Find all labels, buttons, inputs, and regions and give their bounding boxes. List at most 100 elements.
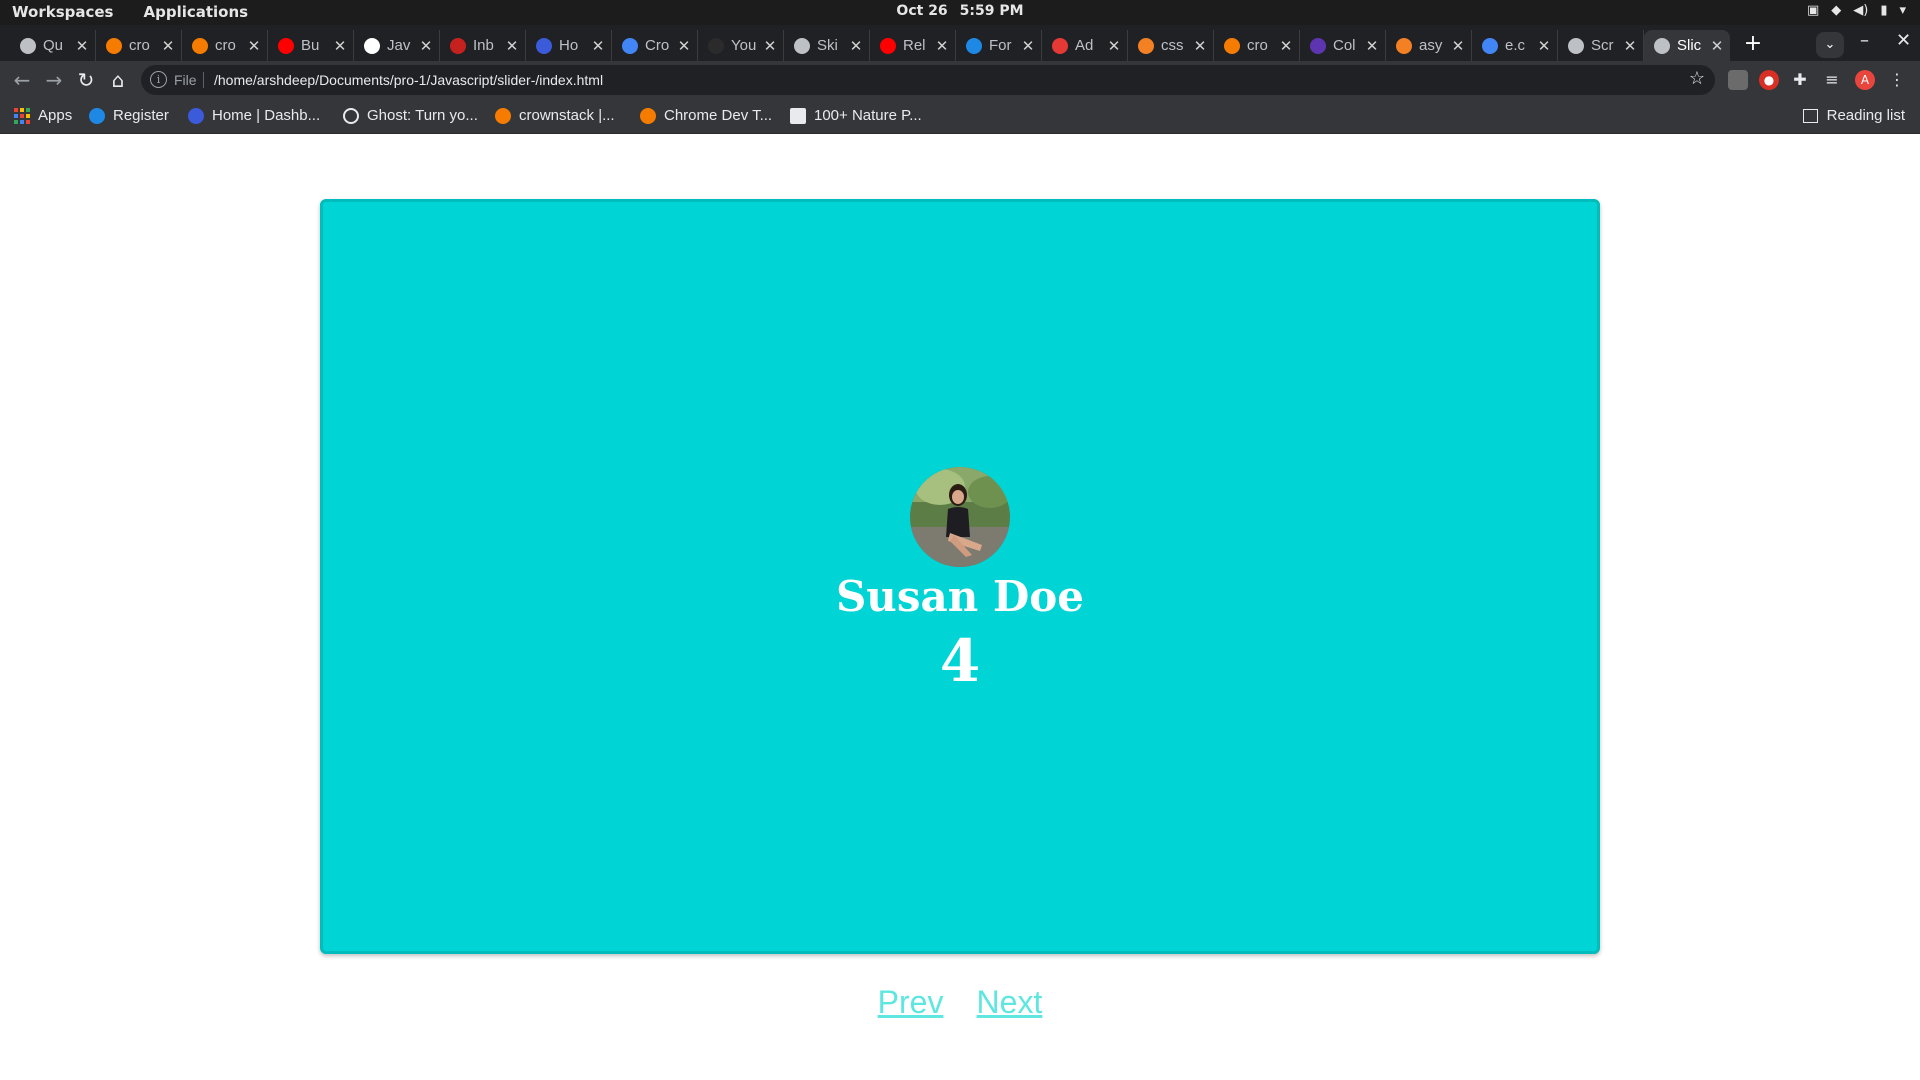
- address-bar[interactable]: i File /home/arshdeep/Documents/pro-1/Ja…: [141, 65, 1715, 95]
- bookmark-item[interactable]: Ghost: Turn yo...: [343, 107, 478, 124]
- tab-title: You: [731, 37, 757, 54]
- tab-close-icon[interactable]: ✕: [245, 37, 263, 55]
- bookmark-label: crownstack |...: [519, 107, 615, 124]
- clock[interactable]: Oct 26 5:59 PM: [0, 3, 1920, 19]
- tab-search-button[interactable]: ⌄: [1816, 32, 1844, 58]
- browser-tab[interactable]: Rel ✕: [870, 30, 956, 61]
- tab-close-icon[interactable]: ✕: [159, 37, 177, 55]
- bookmark-item[interactable]: Chrome Dev T...: [640, 107, 772, 124]
- tab-close-icon[interactable]: ✕: [1708, 37, 1726, 55]
- browser-tab[interactable]: Jav ✕: [354, 30, 440, 61]
- person-name: Susan Doe: [835, 572, 1085, 621]
- tab-title: Ski: [817, 37, 838, 54]
- browser-menu-icon[interactable]: ⋮: [1887, 70, 1907, 90]
- forward-arrow-icon[interactable]: →: [41, 67, 67, 93]
- tab-strip: + ⌄ – ✕ Qu ✕ cro ✕ cro ✕ Bu ✕ Jav ✕ Inb ✕ Ho ✕ Cro ✕ You…: [0, 25, 1920, 61]
- tab-title: Inb: [473, 37, 494, 54]
- tab-title: cro: [129, 37, 150, 54]
- browser-tab[interactable]: cro ✕: [182, 30, 268, 61]
- new-tab-button[interactable]: +: [1740, 32, 1766, 58]
- stackoverflow-icon: [1396, 37, 1412, 54]
- tab-close-icon[interactable]: ✕: [503, 37, 521, 55]
- tab-close-icon[interactable]: ✕: [675, 37, 693, 55]
- tab-title: e.c: [1505, 37, 1526, 54]
- bookmark-item[interactable]: Register: [89, 107, 169, 124]
- browser-tab[interactable]: Ho ✕: [526, 30, 612, 61]
- browser-tab[interactable]: Ski ✕: [784, 30, 870, 61]
- extension-red-icon[interactable]: ●: [1759, 70, 1779, 90]
- tab-close-icon[interactable]: ✕: [1449, 37, 1467, 55]
- tab-close-icon[interactable]: ✕: [1363, 37, 1381, 55]
- battery-icon[interactable]: ▮: [1880, 3, 1887, 18]
- tab-close-icon[interactable]: ✕: [1019, 37, 1037, 55]
- tab-title: Rel: [903, 37, 926, 54]
- tab-close-icon[interactable]: ✕: [933, 37, 951, 55]
- back-arrow-icon[interactable]: ←: [9, 67, 35, 93]
- crownstack-icon: [106, 37, 122, 54]
- tab-close-icon[interactable]: ✕: [1621, 37, 1639, 55]
- browser-tab[interactable]: Bu ✕: [268, 30, 354, 61]
- wifi-icon[interactable]: ◆: [1831, 3, 1841, 18]
- tab-close-icon[interactable]: ✕: [73, 37, 91, 55]
- browser-tab[interactable]: You ✕: [698, 30, 784, 61]
- browser-tab[interactable]: Qu ✕: [10, 30, 96, 61]
- prev-button[interactable]: Prev: [878, 984, 944, 1020]
- tab-close-icon[interactable]: ✕: [331, 37, 349, 55]
- k-icon: [536, 37, 552, 54]
- browser-tab[interactable]: Col ✕: [1300, 30, 1386, 61]
- system-menu-chevron-icon[interactable]: ▾: [1899, 3, 1906, 18]
- tab-close-icon[interactable]: ✕: [1535, 37, 1553, 55]
- bookmark-star-icon[interactable]: ☆: [1689, 68, 1705, 89]
- site-info-icon[interactable]: i: [150, 71, 167, 88]
- bookmark-item[interactable]: crownstack |...: [495, 107, 615, 124]
- browser-tab[interactable]: Ad ✕: [1042, 30, 1128, 61]
- youtube-icon: [278, 37, 294, 54]
- globe-icon: [1568, 37, 1584, 54]
- reading-list-label: Reading list: [1826, 107, 1905, 124]
- clock-date: Oct 26: [896, 3, 948, 19]
- display-icon[interactable]: ▣: [1807, 3, 1819, 18]
- volume-icon[interactable]: ◀): [1853, 3, 1868, 18]
- gmail-icon: [450, 37, 466, 54]
- slider-controls: Prev Next: [0, 984, 1920, 1021]
- browser-tab[interactable]: cro ✕: [96, 30, 182, 61]
- bookmark-label: Home | Dashb...: [212, 107, 321, 124]
- browser-tab[interactable]: Inb ✕: [440, 30, 526, 61]
- extension-icon[interactable]: [1728, 70, 1748, 90]
- media-control-icon[interactable]: ≡: [1822, 70, 1842, 90]
- browser-tab[interactable]: e.c ✕: [1472, 30, 1558, 61]
- tab-title: Ho: [559, 37, 579, 54]
- youtube-icon: [880, 37, 896, 54]
- bookmark-item[interactable]: 100+ Nature P...: [790, 107, 922, 124]
- browser-tab[interactable]: asy ✕: [1386, 30, 1472, 61]
- tab-close-icon[interactable]: ✕: [589, 37, 607, 55]
- tab-close-icon[interactable]: ✕: [761, 37, 779, 55]
- next-button[interactable]: Next: [977, 984, 1043, 1020]
- minimize-icon[interactable]: –: [1860, 30, 1869, 51]
- clock-time: 5:59 PM: [959, 3, 1024, 19]
- profile-avatar[interactable]: A: [1855, 70, 1875, 90]
- browser-tab[interactable]: For ✕: [956, 30, 1042, 61]
- browser-tab[interactable]: css ✕: [1128, 30, 1214, 61]
- tab-title: css: [1161, 37, 1184, 54]
- browser-tab[interactable]: Slic ✕: [1644, 30, 1730, 61]
- extensions-puzzle-icon[interactable]: ✚: [1790, 70, 1810, 90]
- tab-close-icon[interactable]: ✕: [417, 37, 435, 55]
- tab-close-icon[interactable]: ✕: [1105, 37, 1123, 55]
- tab-close-icon[interactable]: ✕: [1191, 37, 1209, 55]
- bookmark-apps[interactable]: Apps: [14, 107, 72, 124]
- close-window-icon[interactable]: ✕: [1896, 30, 1911, 51]
- url-text[interactable]: /home/arshdeep/Documents/pro-1/Javascrip…: [214, 72, 603, 88]
- bookmark-item[interactable]: Home | Dashb...: [188, 107, 320, 124]
- tab-close-icon[interactable]: ✕: [1277, 37, 1295, 55]
- home-icon[interactable]: ⌂: [105, 67, 131, 93]
- globe-icon: [20, 37, 36, 54]
- bookmark-apps-label: Apps: [38, 107, 73, 124]
- reading-list-button[interactable]: Reading list: [1802, 107, 1905, 124]
- reload-icon[interactable]: ↻: [73, 67, 99, 93]
- tab-close-icon[interactable]: ✕: [847, 37, 865, 55]
- unsplash-icon: [790, 107, 806, 124]
- browser-tab[interactable]: Cro ✕: [612, 30, 698, 61]
- browser-tab[interactable]: cro ✕: [1214, 30, 1300, 61]
- browser-tab[interactable]: Scr ✕: [1558, 30, 1644, 61]
